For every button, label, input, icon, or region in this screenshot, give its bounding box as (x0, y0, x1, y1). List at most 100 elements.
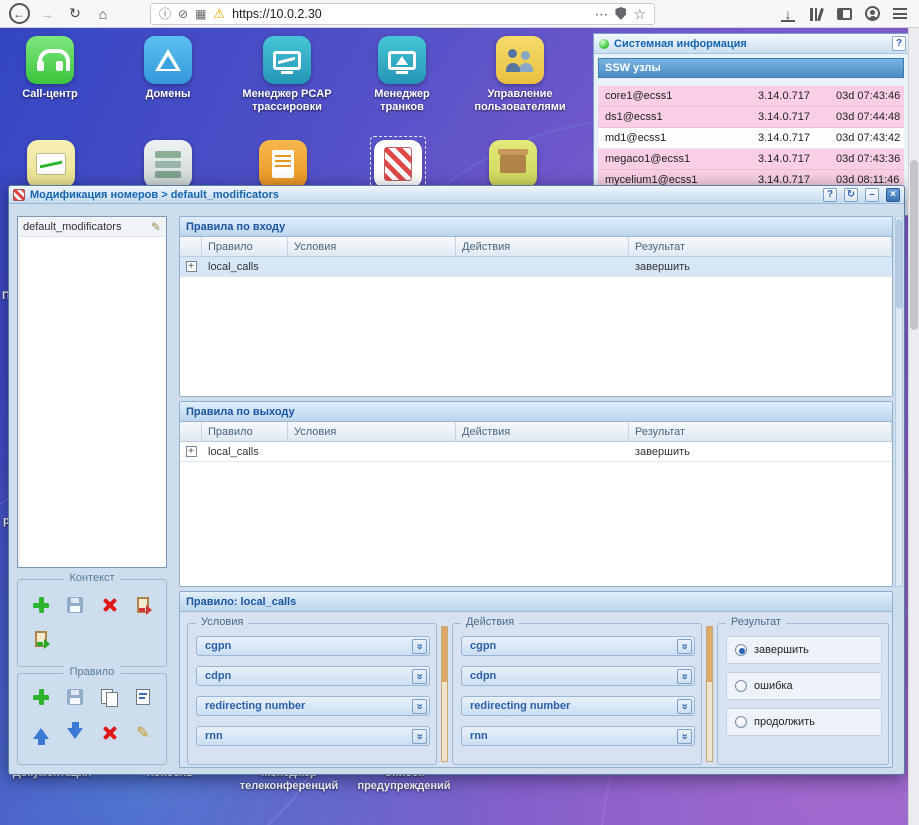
conditions-fieldset: Условия cgpn » cdpn » redirecting number… (187, 623, 437, 765)
library-button[interactable] (803, 2, 829, 26)
home-button[interactable]: ⌂ (90, 2, 116, 26)
conditions-scrollbar[interactable] (441, 626, 448, 762)
sidebar-icon (837, 8, 852, 20)
condition-dropdown-redirecting-number[interactable]: redirecting number » (196, 696, 430, 716)
rename-rule-button[interactable] (132, 686, 154, 708)
app-icon-user-management[interactable]: Управление пользователями (468, 36, 572, 114)
rules-out-header: Правила по выходу (180, 402, 892, 422)
rules-in-row-local-calls[interactable]: + local_calls завершить (180, 257, 892, 277)
delete-context-button[interactable] (98, 594, 120, 616)
scrollbar-thumb[interactable] (707, 627, 712, 682)
url-bar[interactable]: ⓘ ⊘ ▦ ⚠ https://10.0.2.30 ⋯ ☆ (150, 3, 655, 25)
window-titlebar[interactable]: Модификация номеров > default_modificato… (9, 186, 904, 204)
app-icon-call-center[interactable]: Call-центр (2, 36, 98, 101)
refresh-button[interactable]: ↻ (62, 2, 88, 26)
action-dropdown-rnn[interactable]: rnn » (461, 726, 695, 746)
app-label: Менеджер транков (354, 88, 450, 114)
menu-button[interactable] (887, 2, 913, 26)
download-button[interactable]: ↓ (775, 2, 801, 26)
page-actions-button[interactable]: ⋯ (594, 7, 608, 21)
window-scrollbar[interactable] (895, 216, 903, 587)
result-option-continue[interactable]: продолжить (726, 708, 882, 736)
desktop: Call-центр Домены Менеджер PCAP трассиро… (0, 28, 919, 825)
shield-icon[interactable] (615, 7, 626, 20)
window-title: Модификация номеров > default_modificato… (30, 189, 816, 201)
add-rule-button[interactable] (30, 686, 52, 708)
app-icon-domains[interactable]: Домены (120, 36, 216, 101)
app-icon-trunk-manager[interactable]: Менеджер транков (354, 36, 450, 114)
delete-rule-button[interactable] (98, 722, 120, 744)
app-icon-number-modificators-selected[interactable] (370, 136, 426, 192)
action-dropdown-cdpn[interactable]: cdpn » (461, 666, 695, 686)
node-row[interactable]: megaco1@ecss1 3.14.0.717 03d 07:43:36 (598, 149, 904, 170)
actions-scrollbar[interactable] (706, 626, 713, 762)
permission-blocked-icon[interactable]: ⊘ (178, 8, 188, 20)
node-row[interactable]: md1@ecss1 3.14.0.717 03d 07:43:42 (598, 128, 904, 149)
warning-icon[interactable]: ⚠ (213, 7, 225, 20)
chevron-down-icon[interactable]: » (412, 699, 427, 714)
add-context-button[interactable] (30, 594, 52, 616)
radio-icon (735, 716, 747, 728)
chevron-down-icon[interactable]: » (677, 699, 692, 714)
chevron-down-icon[interactable]: » (412, 669, 427, 684)
scrollbar-thumb[interactable] (442, 627, 447, 682)
list-item-default-modificators[interactable]: default_modificators ✎ (18, 217, 166, 237)
back-button[interactable]: ← (6, 2, 32, 26)
chevron-down-icon[interactable]: » (412, 639, 427, 654)
copy-rule-button[interactable] (98, 686, 120, 708)
scrollbar-thumb[interactable] (896, 219, 902, 309)
page-scrollbar-thumb[interactable] (910, 160, 918, 330)
action-dropdown-cgpn[interactable]: cgpn » (461, 636, 695, 656)
info-icon[interactable]: ⓘ (159, 8, 171, 20)
column-actions: Действия (456, 237, 629, 256)
node-version: 3.14.0.717 (758, 90, 836, 102)
move-up-button[interactable] (30, 722, 52, 744)
rules-out-row-local-calls[interactable]: + local_calls завершить (180, 442, 892, 462)
result-option-finish[interactable]: завершить (726, 636, 882, 664)
move-down-button[interactable] (64, 722, 86, 744)
window-refresh-button[interactable]: ↻ (844, 188, 858, 202)
save-rule-button[interactable] (64, 686, 86, 708)
context-list[interactable]: default_modificators ✎ (17, 216, 167, 568)
bookmark-star-button[interactable]: ☆ (633, 7, 646, 21)
rule-editor-header: Правило: local_calls (180, 592, 892, 612)
condition-dropdown-cgpn[interactable]: cgpn » (196, 636, 430, 656)
page-scrollbar[interactable] (908, 28, 919, 825)
system-info-help-button[interactable]: ? (892, 36, 906, 51)
sidebar-button[interactable] (831, 2, 857, 26)
node-name: core1@ecss1 (598, 90, 758, 102)
x-icon (100, 596, 118, 614)
node-name: md1@ecss1 (598, 132, 758, 144)
window-help-button[interactable]: ? (823, 188, 837, 202)
save-context-button[interactable] (64, 594, 86, 616)
condition-dropdown-rnn[interactable]: rnn » (196, 726, 430, 746)
node-row[interactable]: ds1@ecss1 3.14.0.717 03d 07:44:48 (598, 107, 904, 128)
edit-pencil-icon[interactable]: ✎ (151, 220, 161, 234)
actions-fieldset: Действия cgpn » cdpn » redirecting numbe… (452, 623, 702, 765)
chevron-down-icon[interactable]: » (677, 729, 692, 744)
permission-grid-icon[interactable]: ▦ (195, 8, 206, 20)
edit-rule-button[interactable]: ✎ (132, 722, 154, 744)
expand-button[interactable]: + (186, 261, 197, 272)
chevron-down-icon[interactable]: » (677, 639, 692, 654)
import-context-button[interactable] (30, 628, 52, 650)
node-row[interactable]: core1@ecss1 3.14.0.717 03d 07:43:46 (598, 86, 904, 107)
action-dropdown-redirecting-number[interactable]: redirecting number » (461, 696, 695, 716)
account-button[interactable] (859, 2, 885, 26)
rule-group-legend: Правило (64, 666, 121, 678)
expand-button[interactable]: + (186, 446, 197, 457)
system-info-titlebar: Системная информация ? (594, 34, 908, 54)
export-context-button[interactable] (132, 594, 154, 616)
condition-dropdown-cdpn[interactable]: cdpn » (196, 666, 430, 686)
down-arrow-icon (67, 728, 83, 739)
plus-icon (32, 688, 50, 706)
cell-actions (456, 442, 629, 461)
forward-button[interactable]: → (34, 2, 60, 26)
chevron-down-icon[interactable]: » (677, 669, 692, 684)
window-close-button[interactable]: × (886, 188, 900, 202)
app-label: Управление пользователями (468, 88, 572, 114)
chevron-down-icon[interactable]: » (412, 729, 427, 744)
window-minimize-button[interactable]: – (865, 188, 879, 202)
app-icon-pcap-manager[interactable]: Менеджер PCAP трассировки (237, 36, 337, 114)
result-option-error[interactable]: ошибка (726, 672, 882, 700)
